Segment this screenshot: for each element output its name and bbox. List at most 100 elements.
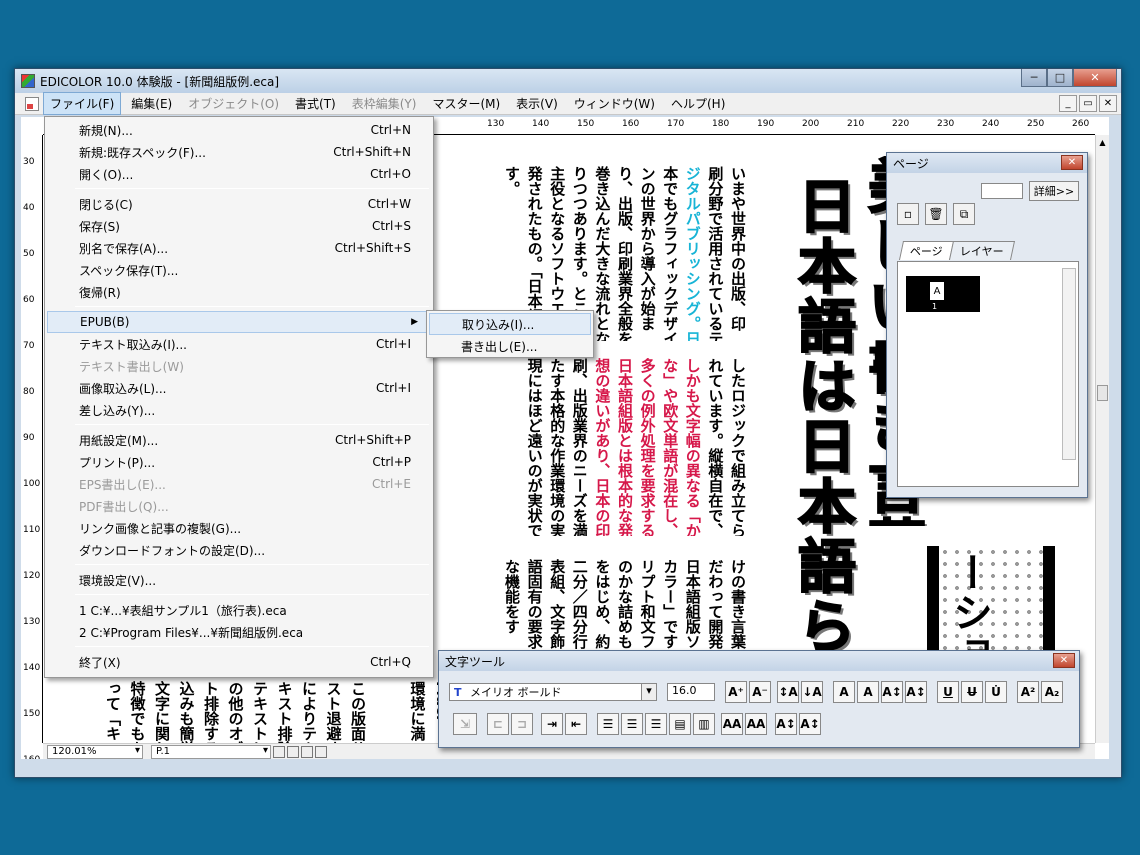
page-thumbnail[interactable]: A 1 <box>906 276 980 312</box>
kerning-right-icon[interactable]: AA <box>745 713 767 735</box>
align-left-icon[interactable]: ☰ <box>597 713 619 735</box>
file-menu-item[interactable]: 新規(N)... Ctrl+N <box>47 119 431 141</box>
file-menu-item[interactable]: EPUB(B) ▶ <box>47 311 431 333</box>
file-menu-item[interactable]: プリント(P)... Ctrl+P <box>47 451 431 473</box>
text-column: れています。縦横自在で、 <box>706 358 725 536</box>
file-menu-item[interactable]: スペック保存(T)... <box>47 259 431 281</box>
menu-window[interactable]: ウィンドウ(W) <box>568 93 661 114</box>
doc-restore-button[interactable]: ▭ <box>1079 95 1097 112</box>
title-bar[interactable]: EDICOLOR 10.0 体験版 - [新聞組版例.eca] ─ □ ✕ <box>15 69 1121 93</box>
zoom-select[interactable]: 120.01% <box>47 744 143 759</box>
indent-decrease-icon[interactable]: ⇤ <box>565 713 587 735</box>
duplicate-page-icon[interactable]: ⧉ <box>953 203 975 225</box>
trash-icon[interactable]: 🗑 <box>925 203 947 225</box>
doc-minimize-button[interactable]: _ <box>1059 95 1077 112</box>
file-menu-item[interactable]: リンク画像と記事の複製(G)... <box>47 517 431 539</box>
file-menu-item[interactable]: 差し込み(Y)... <box>47 399 431 421</box>
menu-file[interactable]: ファイル(F) <box>43 92 122 115</box>
page-nav-button[interactable] <box>287 745 299 758</box>
align-right-icon[interactable]: ☰ <box>645 713 667 735</box>
ruler-tick: 210 <box>847 119 865 129</box>
underline-icon[interactable]: U <box>937 681 959 703</box>
vertical-ruler[interactable]: 3040506070809010011012013014015016017018… <box>21 135 43 759</box>
scroll-thumb[interactable] <box>1097 385 1108 401</box>
doc-close-button[interactable]: ✕ <box>1099 95 1117 112</box>
epub-export-item[interactable]: 書き出し(E)... <box>429 335 591 357</box>
text-palette-close-button[interactable]: ✕ <box>1053 653 1075 668</box>
page-select[interactable]: P.1 <box>151 744 271 759</box>
page-list-scrollbar[interactable] <box>1062 268 1076 460</box>
file-menu-item[interactable]: 環境設定(V)... <box>47 569 431 591</box>
menu-master[interactable]: マスター(M) <box>426 93 506 114</box>
font-size-increase-icon[interactable]: A⁺ <box>725 681 747 703</box>
menu-item-label: 用紙設定(M)... <box>79 433 159 448</box>
font-size-decrease-icon[interactable]: A⁻ <box>749 681 771 703</box>
close-button[interactable]: ✕ <box>1073 69 1117 87</box>
font-select[interactable]: T メイリオ ボールド <box>449 683 657 701</box>
file-menu-item[interactable]: EPS書出し(E)... Ctrl+E <box>47 473 431 495</box>
document-icon[interactable] <box>25 96 39 111</box>
menu-view[interactable]: 表示(V) <box>510 93 564 114</box>
minimize-button[interactable]: ─ <box>1021 69 1047 87</box>
scale-horizontal-up-icon[interactable]: A <box>833 681 855 703</box>
align-center-icon[interactable]: ☰ <box>621 713 643 735</box>
file-menu-item[interactable]: ダウンロードフォントの設定(D)... <box>47 539 431 561</box>
align-justify-icon[interactable]: ▤ <box>669 713 691 735</box>
file-menu-item[interactable]: 用紙設定(M)... Ctrl+Shift+P <box>47 429 431 451</box>
file-menu-item[interactable]: PDF書出し(Q)... <box>47 495 431 517</box>
file-menu-item[interactable]: 開く(O)... Ctrl+O <box>47 163 431 185</box>
tab-page[interactable]: ページ <box>898 241 954 260</box>
file-menu-item[interactable]: 画像取込み(L)... Ctrl+I <box>47 377 431 399</box>
superscript-icon[interactable]: A² <box>1017 681 1039 703</box>
file-menu-item[interactable]: テキスト取込み(I)... Ctrl+I <box>47 333 431 355</box>
scale-vertical-down-icon[interactable]: ↓A <box>801 681 823 703</box>
file-menu-item[interactable]: 2 C:¥Program Files¥...¥新聞組版例.eca <box>47 621 431 643</box>
vertical-scrollbar[interactable]: ▲ <box>1095 135 1109 743</box>
line-spacing-up-icon[interactable]: A↕ <box>775 713 797 735</box>
file-menu-item[interactable]: 保存(S) Ctrl+S <box>47 215 431 237</box>
page-palette-close-button[interactable]: ✕ <box>1061 155 1083 170</box>
file-menu-item[interactable]: テキスト書出し(W) <box>47 355 431 377</box>
page-palette-field[interactable] <box>981 183 1023 199</box>
file-menu-item[interactable]: 復帰(R) <box>47 281 431 303</box>
scale-vertical-up-icon[interactable]: ↕A <box>777 681 799 703</box>
menu-item-label: 終了(X) <box>79 655 121 670</box>
menu-help[interactable]: ヘルプ(H) <box>665 93 731 114</box>
paragraph-tool-icon[interactable]: ⇲ <box>453 713 477 735</box>
page-nav-button[interactable] <box>301 745 313 758</box>
line-spacing-down-icon[interactable]: A↕ <box>799 713 821 735</box>
menu-table-edit[interactable]: 表枠編集(Y) <box>346 93 423 114</box>
font-size-input[interactable]: 16.0 <box>667 683 715 701</box>
page-nav-button[interactable] <box>315 745 327 758</box>
subscript-icon[interactable]: A₂ <box>1041 681 1063 703</box>
text-palette-title[interactable]: 文字ツール ✕ <box>439 651 1079 671</box>
file-menu-item[interactable]: 1 C:¥...¥表組サンプル1（旅行表).eca <box>47 599 431 621</box>
new-page-icon[interactable]: ▫ <box>897 203 919 225</box>
detail-button[interactable]: 詳細>> <box>1029 181 1079 201</box>
file-menu-item[interactable]: 閉じる(C) Ctrl+W <box>47 193 431 215</box>
tracking-icon[interactable]: A↕ <box>881 681 903 703</box>
justify-all-icon[interactable]: ▥ <box>693 713 715 735</box>
scale-horizontal-down-icon[interactable]: A <box>857 681 879 703</box>
emphasis-dot-icon[interactable]: U̇ <box>985 681 1007 703</box>
page-list[interactable]: A 1 <box>897 261 1079 487</box>
file-menu-item[interactable]: 新規:既存スペック(F)... Ctrl+Shift+N <box>47 141 431 163</box>
indent-hanging-icon[interactable]: ⊐ <box>511 713 533 735</box>
kerning-left-icon[interactable]: AA <box>721 713 743 735</box>
menu-format[interactable]: 書式(T) <box>289 93 342 114</box>
baseline-icon[interactable]: A↕ <box>905 681 927 703</box>
menu-object[interactable]: オブジェクト(O) <box>182 93 285 114</box>
indent-increase-icon[interactable]: ⇥ <box>541 713 563 735</box>
strikethrough-icon[interactable]: U <box>961 681 983 703</box>
epub-import-item[interactable]: 取り込み(I)... <box>429 313 591 335</box>
page-nav-button[interactable] <box>273 745 285 758</box>
file-menu-item[interactable]: 別名で保存(A)... Ctrl+Shift+S <box>47 237 431 259</box>
page-palette-title[interactable]: ページ ✕ <box>887 153 1087 173</box>
menu-edit[interactable]: 編集(E) <box>125 93 178 114</box>
scroll-up-arrow[interactable]: ▲ <box>1096 135 1109 149</box>
maximize-button[interactable]: □ <box>1047 69 1073 87</box>
ruler-tick: 80 <box>23 387 35 397</box>
file-menu-item[interactable]: 終了(X) Ctrl+Q <box>47 651 431 673</box>
tab-layer[interactable]: レイヤー <box>948 241 1015 260</box>
indent-first-icon[interactable]: ⊏ <box>487 713 509 735</box>
